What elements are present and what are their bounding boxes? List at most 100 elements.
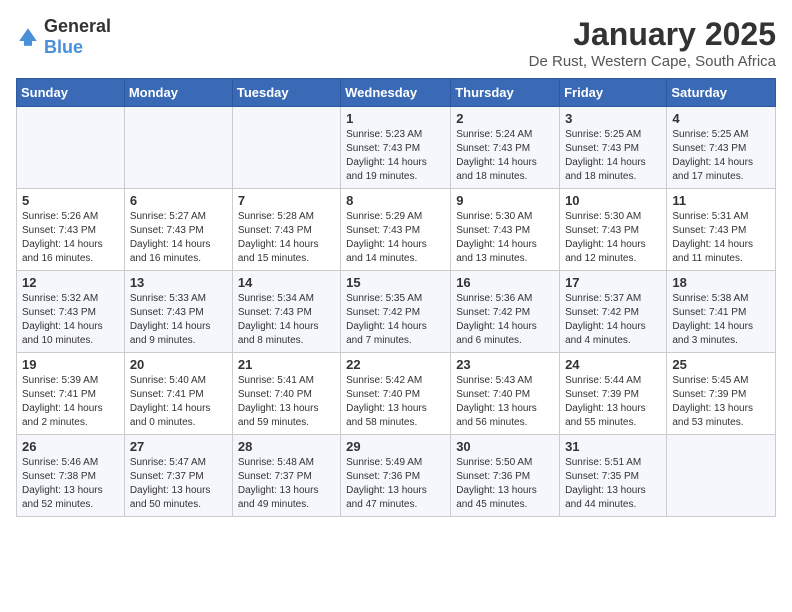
day-info: Sunrise: 5:29 AMSunset: 7:43 PMDaylight:… [346,210,445,266]
calendar-cell: 4 Sunrise: 5:25 AMSunset: 7:43 PMDaylight… [667,107,776,189]
day-number: 2 [456,111,554,126]
day-info: Sunrise: 5:43 AMSunset: 7:40 PMDaylight:… [456,374,554,430]
day-info: Sunrise: 5:40 AMSunset: 7:41 PMDaylight:… [130,374,227,430]
day-number: 1 [346,111,445,126]
calendar-cell [17,107,125,189]
week-row-1: 1 Sunrise: 5:23 AMSunset: 7:43 PMDaylight… [17,107,776,189]
calendar-cell: 29 Sunrise: 5:49 AMSunset: 7:36 PMDayligh… [341,435,451,517]
day-info: Sunrise: 5:49 AMSunset: 7:36 PMDaylight:… [346,456,445,512]
calendar-cell: 7Sunrise: 5:28 AMSunset: 7:43 PMDaylight… [232,189,340,271]
calendar-body: 1 Sunrise: 5:23 AMSunset: 7:43 PMDaylight… [17,107,776,517]
day-info: Sunrise: 5:47 AMSunset: 7:37 PMDaylight:… [130,456,227,512]
calendar-table: SundayMondayTuesdayWednesdayThursdayFrid… [16,78,776,517]
day-info: Sunrise: 5:25 AMSunset: 7:43 PMDaylight:… [672,128,770,184]
day-number: 15 [346,275,445,290]
weekday-header-row: SundayMondayTuesdayWednesdayThursdayFrid… [17,79,776,107]
calendar-cell: 2Sunrise: 5:24 AMSunset: 7:43 PMDaylight… [451,107,560,189]
day-number: 28 [238,439,335,454]
day-number: 18 [672,275,770,290]
day-number: 10 [565,193,661,208]
week-row-2: 5 Sunrise: 5:26 AMSunset: 7:43 PMDaylight… [17,189,776,271]
weekday-wednesday: Wednesday [341,79,451,107]
day-number: 22 [346,357,445,372]
calendar-cell: 15 Sunrise: 5:35 AMSunset: 7:42 PMDayligh… [341,271,451,353]
calendar-cell: 24 Sunrise: 5:44 AMSunset: 7:39 PMDayligh… [560,353,667,435]
day-info: Sunrise: 5:28 AMSunset: 7:43 PMDaylight:… [238,210,335,266]
day-number: 12 [22,275,119,290]
week-row-4: 19 Sunrise: 5:39 AMSunset: 7:41 PMDayligh… [17,353,776,435]
calendar-cell [232,107,340,189]
day-number: 20 [130,357,227,372]
calendar-cell: 9Sunrise: 5:30 AMSunset: 7:43 PMDaylight… [451,189,560,271]
day-number: 30 [456,439,554,454]
day-number: 24 [565,357,661,372]
calendar-cell: 28 Sunrise: 5:48 AMSunset: 7:37 PMDayligh… [232,435,340,517]
weekday-friday: Friday [560,79,667,107]
day-number: 19 [22,357,119,372]
day-number: 5 [22,193,119,208]
weekday-monday: Monday [124,79,232,107]
day-info: Sunrise: 5:46 AMSunset: 7:38 PMDaylight:… [22,456,119,512]
logo: General Blue [16,16,111,58]
calendar-cell: 16 Sunrise: 5:36 AMSunset: 7:42 PMDayligh… [451,271,560,353]
day-number: 8 [346,193,445,208]
day-info: Sunrise: 5:26 AMSunset: 7:43 PMDaylight:… [22,210,119,266]
calendar-cell: 23 Sunrise: 5:43 AMSunset: 7:40 PMDayligh… [451,353,560,435]
day-info: Sunrise: 5:27 AMSunset: 7:43 PMDaylight:… [130,210,227,266]
day-number: 23 [456,357,554,372]
location-title: De Rust, Western Cape, South Africa [529,53,776,70]
calendar-cell: 12 Sunrise: 5:32 AMSunset: 7:43 PMDayligh… [17,271,125,353]
calendar-cell: 3 Sunrise: 5:25 AMSunset: 7:43 PMDaylight… [560,107,667,189]
day-number: 11 [672,193,770,208]
day-number: 3 [565,111,661,126]
calendar-header: SundayMondayTuesdayWednesdayThursdayFrid… [17,79,776,107]
calendar-cell: 10 Sunrise: 5:30 AMSunset: 7:43 PMDayligh… [560,189,667,271]
calendar-cell: 27Sunrise: 5:47 AMSunset: 7:37 PMDayligh… [124,435,232,517]
calendar-cell: 21 Sunrise: 5:41 AMSunset: 7:40 PMDayligh… [232,353,340,435]
calendar-cell: 14Sunrise: 5:34 AMSunset: 7:43 PMDayligh… [232,271,340,353]
title-block: January 2025 De Rust, Western Cape, Sout… [529,16,776,70]
logo-general: General [44,16,111,36]
day-info: Sunrise: 5:30 AMSunset: 7:43 PMDaylight:… [565,210,661,266]
month-title: January 2025 [529,16,776,53]
calendar-cell [667,435,776,517]
day-number: 9 [456,193,554,208]
calendar-cell: 13Sunrise: 5:33 AMSunset: 7:43 PMDayligh… [124,271,232,353]
day-info: Sunrise: 5:23 AMSunset: 7:43 PMDaylight:… [346,128,445,184]
day-number: 31 [565,439,661,454]
day-info: Sunrise: 5:41 AMSunset: 7:40 PMDaylight:… [238,374,335,430]
day-number: 16 [456,275,554,290]
calendar-cell: 31Sunrise: 5:51 AMSunset: 7:35 PMDayligh… [560,435,667,517]
day-info: Sunrise: 5:37 AMSunset: 7:42 PMDaylight:… [565,292,661,348]
week-row-5: 26 Sunrise: 5:46 AMSunset: 7:38 PMDayligh… [17,435,776,517]
calendar-cell: 22 Sunrise: 5:42 AMSunset: 7:40 PMDayligh… [341,353,451,435]
calendar-cell: 26 Sunrise: 5:46 AMSunset: 7:38 PMDayligh… [17,435,125,517]
day-info: Sunrise: 5:44 AMSunset: 7:39 PMDaylight:… [565,374,661,430]
day-info: Sunrise: 5:25 AMSunset: 7:43 PMDaylight:… [565,128,661,184]
day-info: Sunrise: 5:32 AMSunset: 7:43 PMDaylight:… [22,292,119,348]
day-info: Sunrise: 5:35 AMSunset: 7:42 PMDaylight:… [346,292,445,348]
weekday-saturday: Saturday [667,79,776,107]
day-number: 21 [238,357,335,372]
day-info: Sunrise: 5:39 AMSunset: 7:41 PMDaylight:… [22,374,119,430]
weekday-sunday: Sunday [17,79,125,107]
weekday-tuesday: Tuesday [232,79,340,107]
day-info: Sunrise: 5:50 AMSunset: 7:36 PMDaylight:… [456,456,554,512]
calendar-cell: 17Sunrise: 5:37 AMSunset: 7:42 PMDayligh… [560,271,667,353]
week-row-3: 12 Sunrise: 5:32 AMSunset: 7:43 PMDayligh… [17,271,776,353]
day-number: 4 [672,111,770,126]
day-number: 26 [22,439,119,454]
day-info: Sunrise: 5:48 AMSunset: 7:37 PMDaylight:… [238,456,335,512]
calendar-cell: 30 Sunrise: 5:50 AMSunset: 7:36 PMDayligh… [451,435,560,517]
calendar-cell: 18 Sunrise: 5:38 AMSunset: 7:41 PMDayligh… [667,271,776,353]
calendar-cell: 8 Sunrise: 5:29 AMSunset: 7:43 PMDaylight… [341,189,451,271]
day-number: 25 [672,357,770,372]
day-number: 6 [130,193,227,208]
day-info: Sunrise: 5:36 AMSunset: 7:42 PMDaylight:… [456,292,554,348]
day-info: Sunrise: 5:42 AMSunset: 7:40 PMDaylight:… [346,374,445,430]
day-number: 29 [346,439,445,454]
day-info: Sunrise: 5:38 AMSunset: 7:41 PMDaylight:… [672,292,770,348]
day-info: Sunrise: 5:33 AMSunset: 7:43 PMDaylight:… [130,292,227,348]
day-info: Sunrise: 5:34 AMSunset: 7:43 PMDaylight:… [238,292,335,348]
logo-text: General Blue [44,16,111,58]
